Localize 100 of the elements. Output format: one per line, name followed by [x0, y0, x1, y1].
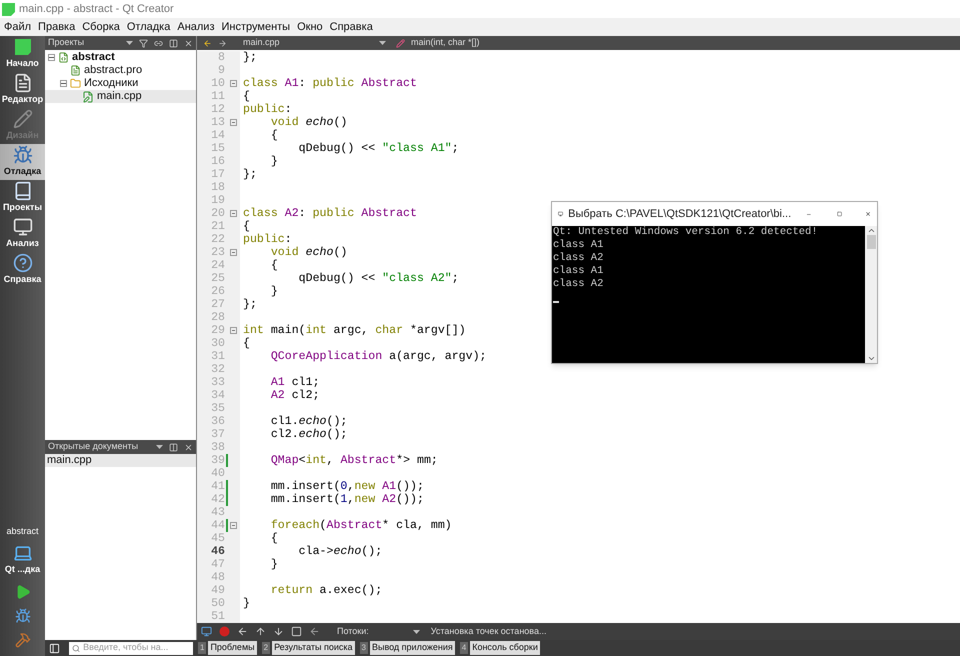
code-line: foreach(Abstract* cla, mm)	[270, 519, 452, 532]
code-line: {	[270, 532, 278, 545]
mode-tab[interactable]: Проекты	[0, 180, 45, 216]
menu-item[interactable]: Отладка	[126, 18, 170, 36]
fold-icon[interactable]	[230, 80, 237, 87]
code-line: }	[270, 558, 278, 571]
code-line: cla->echo();	[298, 545, 382, 558]
back-icon[interactable]	[203, 38, 212, 48]
menu-item[interactable]: Файл	[4, 18, 32, 36]
fold-icon[interactable]	[230, 249, 237, 256]
menu-item[interactable]: Справка	[330, 18, 373, 36]
line-number: 9	[217, 62, 225, 78]
line-number: 48	[210, 570, 225, 585]
file-icon	[70, 65, 81, 76]
window-icon[interactable]	[291, 626, 302, 637]
code-line: QCoreApplication a(argc, argv);	[270, 350, 487, 363]
console-icon	[558, 209, 564, 219]
monitor-icon[interactable]	[201, 626, 212, 637]
code-line: A2 cl2;	[270, 389, 320, 402]
line-number: 46	[210, 544, 225, 559]
maximize-icon[interactable]	[836, 209, 842, 219]
output-tab[interactable]: Проблемы	[208, 641, 257, 655]
panel-title: Проекты	[48, 36, 86, 50]
code-line: };	[243, 298, 257, 311]
code-line: {	[270, 259, 278, 272]
line-number: 37	[210, 426, 225, 442]
line-number: 43	[210, 504, 225, 520]
mode-tab[interactable]: Начало	[0, 36, 45, 72]
back-icon[interactable]	[309, 626, 320, 637]
line-number: 33	[210, 374, 225, 390]
fold-icon[interactable]	[230, 327, 237, 334]
caret-icon	[126, 41, 133, 45]
line-number: 10	[210, 76, 225, 91]
output-tab[interactable]: Консоль сборки	[470, 641, 540, 655]
tree-item[interactable]: abstract	[45, 51, 196, 64]
monitor-icon	[12, 217, 32, 238]
fold-icon[interactable]	[230, 210, 237, 217]
tree-item[interactable]: Исходники	[45, 77, 196, 90]
line-number: 35	[210, 400, 225, 416]
scrollbar[interactable]	[865, 226, 877, 363]
line-number: 17	[210, 166, 225, 182]
help-icon	[12, 253, 32, 274]
mode-tab[interactable]: Отладка	[0, 144, 45, 180]
fold-icon[interactable]	[230, 522, 237, 529]
output-tab[interactable]: Результаты поиска	[272, 641, 355, 655]
collapse-icon[interactable]	[48, 54, 55, 61]
code-line: };	[243, 51, 257, 64]
line-number: 8	[217, 50, 225, 65]
step-out-icon[interactable]	[273, 626, 284, 637]
line-number: 34	[210, 388, 225, 403]
step-over-icon[interactable]	[237, 626, 248, 637]
tree-item[interactable]: main.cpp	[45, 90, 196, 103]
line-number: 38	[210, 440, 225, 455]
fold-icon[interactable]	[230, 119, 237, 126]
locator-input[interactable]: Введите, чтобы на...	[83, 641, 190, 655]
menu-item[interactable]: Анализ	[177, 18, 214, 36]
mode-tab[interactable]: Анализ	[0, 216, 45, 252]
menu-item[interactable]: Сборка	[82, 18, 120, 36]
close-icon[interactable]	[184, 38, 193, 48]
mode-tab[interactable]: Редактор	[0, 72, 45, 108]
line-number: 47	[210, 556, 225, 572]
tab-number: 3	[360, 642, 368, 654]
sidebar-toggle-icon[interactable]	[49, 642, 60, 654]
step-into-icon[interactable]	[255, 626, 266, 637]
code-line: }	[270, 285, 278, 298]
code-line: class A1: public Abstract	[243, 77, 417, 90]
menu-item[interactable]: Инструменты	[222, 18, 290, 36]
menu-item[interactable]: Окно	[297, 18, 323, 36]
mode-tab[interactable]: Справка	[0, 252, 45, 288]
line-number: 41	[210, 478, 225, 494]
console-line: class A2	[553, 278, 604, 291]
code-line: public:	[243, 103, 292, 116]
close-icon[interactable]	[184, 442, 193, 452]
debug-run-icon[interactable]	[14, 608, 30, 624]
build-icon[interactable]	[14, 632, 30, 648]
menu-item[interactable]: Правка	[38, 18, 76, 36]
scroll-up-icon[interactable]	[866, 226, 876, 235]
code-line: public:	[243, 233, 292, 246]
line-number: 11	[210, 88, 225, 104]
line-number: 21	[210, 218, 225, 234]
split-icon[interactable]	[169, 38, 178, 48]
line-number: 26	[210, 284, 225, 299]
collapse-icon[interactable]	[60, 80, 67, 87]
scroll-thumb[interactable]	[866, 235, 876, 249]
run-icon[interactable]	[14, 584, 30, 600]
tree-item[interactable]: abstract.pro	[45, 64, 196, 77]
line-number: 25	[210, 270, 225, 286]
link-icon[interactable]	[154, 38, 163, 48]
output-tab[interactable]: Вывод приложения	[370, 641, 455, 655]
function-selector[interactable]: main(int, char *[])	[411, 36, 480, 50]
project-file-icon	[58, 52, 69, 63]
filter-icon[interactable]	[139, 38, 148, 48]
document-item[interactable]: main.cpp	[45, 454, 196, 467]
scroll-down-icon[interactable]	[866, 354, 876, 363]
forward-icon[interactable]	[218, 38, 227, 48]
code-line: mm.insert(0,new A1());	[270, 480, 424, 493]
locator-field[interactable]: Введите, чтобы на...	[69, 642, 193, 654]
file-selector[interactable]: main.cpp	[243, 36, 373, 50]
line-number: 18	[210, 180, 225, 195]
split-icon[interactable]	[169, 442, 178, 452]
